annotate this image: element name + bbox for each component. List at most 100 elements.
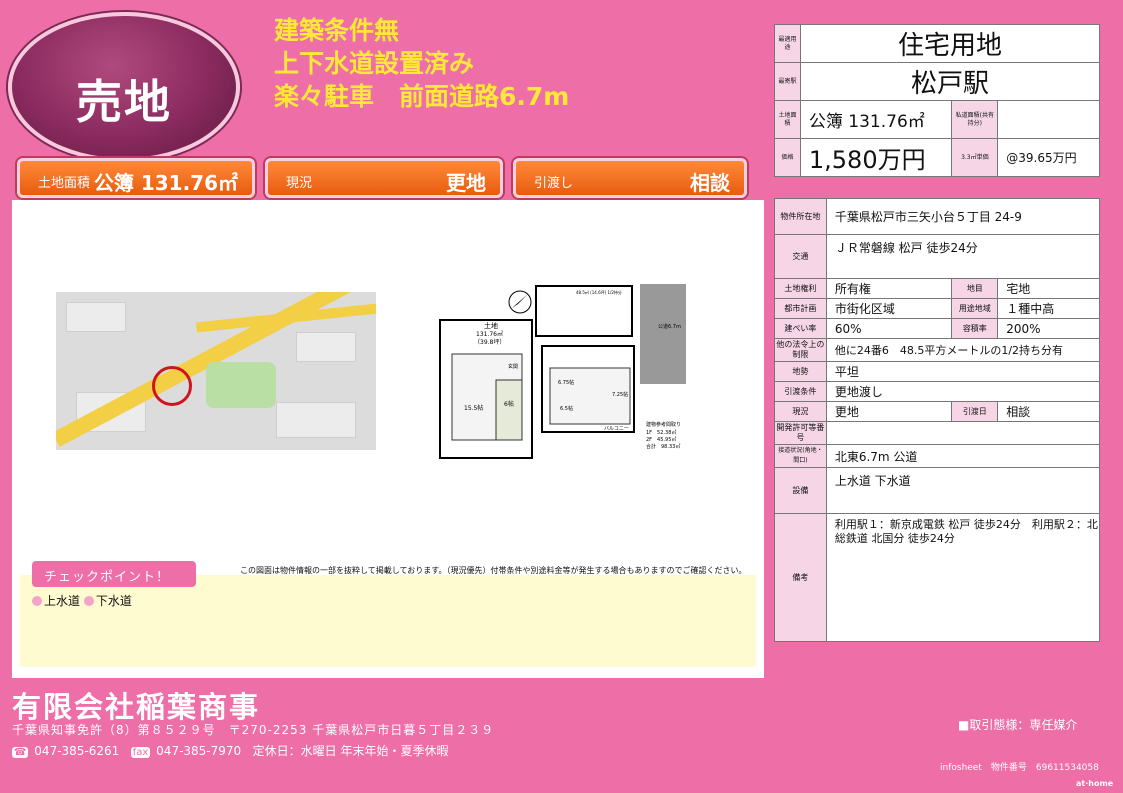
plan-f1: 1F 52.38㎡: [646, 429, 676, 436]
bar-value: 更地: [446, 171, 486, 195]
label-unit-price: 3.3㎡単価: [951, 138, 999, 177]
fax-number: 047-385-7970: [156, 744, 242, 758]
value-price: 1,580万円: [799, 138, 953, 177]
bar-key: 引渡し: [534, 176, 574, 191]
summary-table: 最適用途 住宅用地 最寄駅 松戸駅 土地面積 公簿 131.76㎡ 私道面積(共…: [774, 24, 1101, 177]
value-facilities: 上水道 下水道: [825, 467, 1101, 514]
plan-total: 合計 98.33㎡: [646, 443, 680, 450]
plan-road: 公道6.7m: [658, 323, 681, 330]
checkpoint-title: チェックポイント！: [32, 561, 196, 587]
label-station: 最寄駅: [774, 62, 801, 101]
value-use: 住宅用地: [799, 24, 1101, 63]
bar-key: 現況: [286, 176, 313, 191]
plan-land-label: 土地: [484, 321, 498, 330]
value-city-plan: 市街化区域: [825, 298, 953, 319]
headline-1: 建築条件無: [274, 16, 400, 45]
bar-value: 公簿 131.76㎡: [93, 171, 238, 195]
sale-badge: 売地: [8, 12, 240, 162]
value-address: 千葉県松戸市三矢小台５丁目 24-9: [825, 198, 1101, 235]
holiday-text: 定休日：水曜日 年末年始・夏季休暇: [252, 744, 449, 758]
fax-icon: fax: [130, 747, 151, 758]
value-far: 200%: [997, 318, 1100, 339]
value-unit-price: @39.65万円: [997, 138, 1100, 177]
value-legal: 他に24番6 48.5平方メートルの1/2持ち分有: [825, 338, 1101, 362]
checkpoint-item: 上水道: [44, 594, 81, 608]
license-address: 千葉県知事免許（8）第８５２９号 〒270-2253 千葉県松戸市日暮５丁目２３…: [12, 723, 495, 737]
label-remarks: 備考: [774, 513, 827, 642]
plan-balcony: バルコニー: [604, 426, 629, 432]
athome-logo: at·home: [1076, 779, 1114, 788]
plan-room-1: 15.5帖: [464, 404, 483, 412]
label-address: 物件所在地: [774, 198, 827, 235]
headline-3: 楽々駐車 前面道路6.7m: [274, 82, 570, 111]
plan-land-area: 131.76㎡: [476, 330, 503, 338]
label-far: 容積率: [951, 318, 999, 339]
plan-f2: 2F 45.95㎡: [646, 436, 676, 443]
bar-key: 土地面積: [38, 176, 91, 191]
label-bcr: 建ぺい率: [774, 318, 827, 339]
label-price: 価格: [774, 138, 801, 177]
label-private-road: 私道面積(共有持分): [951, 100, 999, 139]
label-rights: 土地権利: [774, 278, 827, 299]
plan-room-4: 6.5帖: [560, 405, 573, 412]
checkpoint-items: 上水道 下水道: [32, 592, 132, 609]
label-handover-cond: 引渡条件: [774, 381, 827, 402]
value-status: 更地: [825, 401, 953, 422]
value-area: 公簿 131.76㎡: [799, 100, 953, 139]
label-dev: 開発許可等番号: [774, 421, 827, 445]
value-chimoku: 宅地: [997, 278, 1100, 299]
label-handover: 引渡日: [951, 401, 999, 422]
value-rights: 所有権: [825, 278, 953, 299]
tel-number[interactable]: 047-385-6261: [34, 744, 119, 758]
label-road: 接道状況(角地・間口): [774, 444, 827, 468]
bullet-icon: [83, 596, 94, 606]
bullet-icon: [32, 596, 42, 606]
badge-text: 売地: [76, 75, 172, 129]
detail-table: 物件所在地 千葉県松戸市三矢小台５丁目 24-9 交通 ＪＲ常磐線 松戸 徒歩2…: [774, 198, 1101, 642]
headlines: 建築条件無 上下水道設置済み 楽々駐車 前面道路6.7m: [274, 14, 569, 113]
contact-line: ☎ 047-385-6261 fax 047-385-7970 定休日：水曜日 …: [12, 742, 448, 759]
value-private-road: [997, 100, 1100, 139]
value-station: 松戸駅: [799, 62, 1101, 101]
plan-land-tsubo: （39.8坪）: [474, 338, 505, 346]
checkpoint-item: 下水道: [95, 594, 132, 608]
floor-plan: 土地 131.76㎡ （39.8坪） 15.5帖 6帖 玄関 6.75帖 6.5…: [439, 284, 686, 459]
plan-bldg-title: 建物参考間取り: [646, 421, 681, 428]
label-city-plan: 都市計画: [774, 298, 827, 319]
plan-entry: 玄関: [508, 363, 518, 370]
company-name: 有限会社稲葉商事: [12, 690, 261, 724]
bar-status: 現況 更地: [265, 158, 503, 198]
value-handover-cond: 更地渡し: [825, 381, 1101, 402]
value-remarks: 利用駅１：新京成電鉄 松戸 徒歩24分 利用駅２：北総鉄道 北国分 徒歩24分: [825, 513, 1101, 642]
label-traffic: 交通: [774, 234, 827, 279]
park-area: [206, 362, 276, 408]
label-legal: 他の法令上の制限: [774, 338, 827, 362]
label-chimoku: 地目: [951, 278, 999, 299]
label-status: 現況: [774, 401, 827, 422]
label-area: 土地面積: [774, 100, 801, 139]
value-handover: 相談: [997, 401, 1100, 422]
infosheet-number: infosheet 物件番号 69611534058: [940, 763, 1099, 773]
value-zoning: １種中高: [997, 298, 1100, 319]
property-marker-icon: [152, 366, 192, 406]
label-use: 最適用途: [774, 24, 801, 63]
value-terrain: 平坦: [825, 361, 1101, 382]
phone-icon: ☎: [12, 747, 29, 758]
bar-land-area: 土地面積 公簿 131.76㎡: [17, 158, 255, 198]
value-bcr: 60%: [825, 318, 953, 339]
checkpoint-box: チェックポイント！ 上水道 下水道: [20, 561, 756, 667]
value-dev: [825, 421, 1101, 445]
bar-handover: 引渡し 相談: [513, 158, 747, 198]
value-road: 北東6.7m 公道: [825, 444, 1101, 468]
plan-room-3: 6.75帖: [558, 379, 574, 386]
location-map[interactable]: [56, 292, 376, 450]
bar-value: 相談: [690, 171, 730, 195]
headline-2: 上下水道設置済み: [274, 49, 475, 78]
plan-room-5: 7.25帖: [612, 391, 628, 398]
value-traffic: ＪＲ常磐線 松戸 徒歩24分: [825, 234, 1101, 279]
content-area: 土地 131.76㎡ （39.8坪） 15.5帖 6帖 玄関 6.75帖 6.5…: [12, 200, 764, 678]
label-facilities: 設備: [774, 467, 827, 514]
label-terrain: 地勢: [774, 361, 827, 382]
plan-room-2: 6帖: [504, 400, 514, 408]
transaction-type: ■取引態様：専任媒介: [958, 718, 1078, 732]
